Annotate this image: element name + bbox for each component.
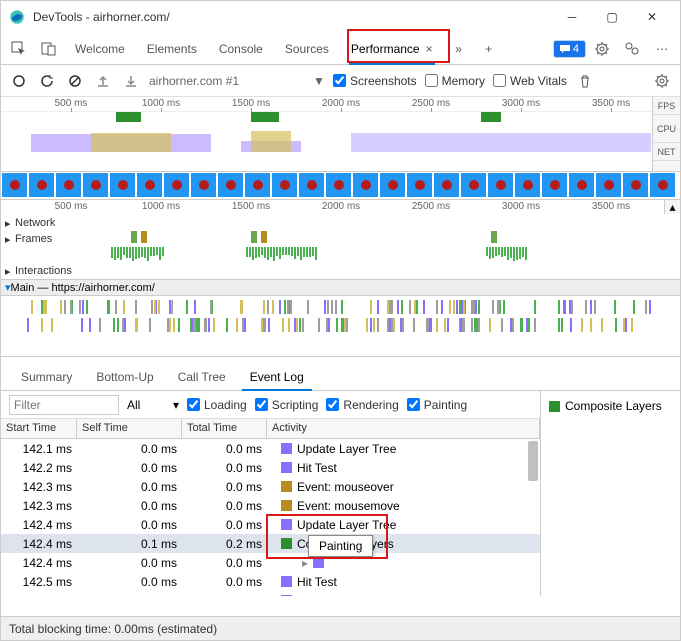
rendering-checkbox[interactable]: Rendering: [326, 398, 398, 412]
table-row[interactable]: 142.4 ms0.0 ms0.0 ms▸: [1, 553, 540, 572]
track-ruler: 500 ms1000 ms1500 ms2000 ms2500 ms3000 m…: [1, 200, 680, 215]
scripting-checkbox[interactable]: Scripting: [255, 398, 319, 412]
tab-performance[interactable]: Performance ×: [341, 33, 443, 65]
close-icon[interactable]: ×: [426, 42, 433, 56]
loading-checkbox[interactable]: Loading: [187, 398, 247, 412]
messages-badge[interactable]: 4: [553, 40, 586, 58]
filmstrip-frame[interactable]: [460, 172, 487, 198]
table-scrollbar[interactable]: [528, 441, 538, 481]
cpu-label: CPU: [653, 115, 680, 143]
table-row[interactable]: 142.5 ms0.0 ms0.0 msHit Test: [1, 572, 540, 591]
filmstrip[interactable]: [1, 172, 680, 200]
filter-input[interactable]: [9, 395, 119, 415]
edge-logo-icon: [9, 9, 25, 25]
filmstrip-frame[interactable]: [298, 172, 325, 198]
filter-all-dropdown[interactable]: All▾: [127, 398, 179, 412]
table-row[interactable]: 142.3 ms0.0 ms0.0 msEvent: mousemove: [1, 496, 540, 515]
filmstrip-frame[interactable]: [433, 172, 460, 198]
capture-settings-icon[interactable]: [652, 71, 672, 91]
close-window-button[interactable]: ✕: [632, 3, 672, 31]
status-bar: Total blocking time: 0.00ms (estimated): [1, 616, 680, 640]
tab-performance-label: Performance: [351, 42, 420, 56]
table-row[interactable]: 142.2 ms0.0 ms0.0 msHit Test: [1, 458, 540, 477]
minimize-button[interactable]: ─: [552, 3, 592, 31]
tab-calltree[interactable]: Call Tree: [166, 364, 238, 390]
col-starttime[interactable]: Start Time: [1, 419, 77, 438]
track-scroll-up[interactable]: ▴: [664, 200, 680, 214]
filmstrip-frame[interactable]: [190, 172, 217, 198]
painting-checkbox[interactable]: Painting: [407, 398, 467, 412]
fps-label: FPS: [653, 97, 680, 115]
feedback-icon[interactable]: [618, 35, 646, 63]
tab-sources[interactable]: Sources: [275, 33, 339, 65]
filmstrip-frame[interactable]: [379, 172, 406, 198]
track-network[interactable]: ▸Network: [1, 215, 680, 231]
clear-button[interactable]: [65, 71, 85, 91]
table-row[interactable]: 142.1 ms0.0 ms0.0 msUpdate Layer Tree: [1, 439, 540, 458]
composite-layers-swatch: [549, 401, 560, 412]
session-selector[interactable]: airhorner.com #1▼: [149, 74, 325, 88]
details-title: Composite Layers: [565, 399, 662, 413]
eventlog-header: Start Time Self Time Total Time Activity: [1, 419, 540, 439]
tab-eventlog[interactable]: Event Log: [238, 364, 316, 390]
track-main[interactable]: ▾Main — https://airhorner.com/: [1, 280, 680, 296]
overview-ruler: 500 ms1000 ms1500 ms2000 ms2500 ms3000 m…: [1, 97, 680, 112]
tab-elements[interactable]: Elements: [137, 33, 207, 65]
filmstrip-frame[interactable]: [352, 172, 379, 198]
table-row[interactable]: 154.0 ms0.0 ms0.0 msUpdate Layer Tree: [1, 591, 540, 596]
device-toggle-icon[interactable]: [35, 35, 63, 63]
memory-checkbox[interactable]: Memory: [425, 74, 485, 88]
record-button[interactable]: [9, 71, 29, 91]
filmstrip-frame[interactable]: [622, 172, 649, 198]
tab-summary[interactable]: Summary: [9, 364, 84, 390]
add-tab-icon[interactable]: +: [475, 35, 503, 63]
filmstrip-frame[interactable]: [1, 172, 28, 198]
filmstrip-frame[interactable]: [82, 172, 109, 198]
overview-timeline[interactable]: 500 ms1000 ms1500 ms2000 ms2500 ms3000 m…: [1, 97, 680, 172]
filmstrip-frame[interactable]: [55, 172, 82, 198]
eventlog-table[interactable]: 142.1 ms0.0 ms0.0 msUpdate Layer Tree142…: [1, 439, 540, 596]
filmstrip-frame[interactable]: [325, 172, 352, 198]
tab-welcome[interactable]: Welcome: [65, 33, 135, 65]
filmstrip-frame[interactable]: [541, 172, 568, 198]
net-label: NET: [653, 143, 680, 161]
filmstrip-frame[interactable]: [217, 172, 244, 198]
inspect-icon[interactable]: [5, 35, 33, 63]
flame-chart-area[interactable]: 500 ms1000 ms1500 ms2000 ms2500 ms3000 m…: [1, 200, 680, 357]
col-selftime[interactable]: Self Time: [77, 419, 182, 438]
filmstrip-frame[interactable]: [109, 172, 136, 198]
col-totaltime[interactable]: Total Time: [182, 419, 267, 438]
upload-button[interactable]: [93, 71, 113, 91]
reload-record-button[interactable]: [37, 71, 57, 91]
table-row[interactable]: 142.3 ms0.0 ms0.0 msEvent: mouseover: [1, 477, 540, 496]
table-row[interactable]: 142.4 ms0.1 ms0.2 msComposite Layers: [1, 534, 540, 553]
tooltip: Painting: [308, 535, 373, 557]
maximize-button[interactable]: ▢: [592, 3, 632, 31]
more-menu-icon[interactable]: ⋯: [648, 35, 676, 63]
filmstrip-frame[interactable]: [595, 172, 622, 198]
filmstrip-frame[interactable]: [406, 172, 433, 198]
filmstrip-frame[interactable]: [136, 172, 163, 198]
download-button[interactable]: [121, 71, 141, 91]
more-tabs-icon[interactable]: »: [445, 35, 473, 63]
filmstrip-frame[interactable]: [568, 172, 595, 198]
delete-button[interactable]: [575, 71, 595, 91]
tab-console[interactable]: Console: [209, 33, 273, 65]
filmstrip-frame[interactable]: [487, 172, 514, 198]
table-row[interactable]: 142.4 ms0.0 ms0.0 msUpdate Layer Tree: [1, 515, 540, 534]
filmstrip-frame[interactable]: [163, 172, 190, 198]
screenshots-checkbox[interactable]: Screenshots: [333, 74, 417, 88]
filmstrip-frame[interactable]: [514, 172, 541, 198]
settings-icon[interactable]: [588, 35, 616, 63]
filmstrip-frame[interactable]: [649, 172, 676, 198]
col-activity[interactable]: Activity: [267, 419, 540, 438]
details-panel: Composite Layers: [540, 391, 680, 596]
webvitals-checkbox[interactable]: Web Vitals: [493, 74, 567, 88]
filmstrip-frame[interactable]: [244, 172, 271, 198]
filmstrip-frame[interactable]: [271, 172, 298, 198]
window-title: DevTools - airhorner.com/: [33, 10, 552, 24]
filmstrip-frame[interactable]: [28, 172, 55, 198]
track-interactions[interactable]: ▸Interactions: [1, 263, 680, 279]
tab-bottomup[interactable]: Bottom-Up: [84, 364, 165, 390]
